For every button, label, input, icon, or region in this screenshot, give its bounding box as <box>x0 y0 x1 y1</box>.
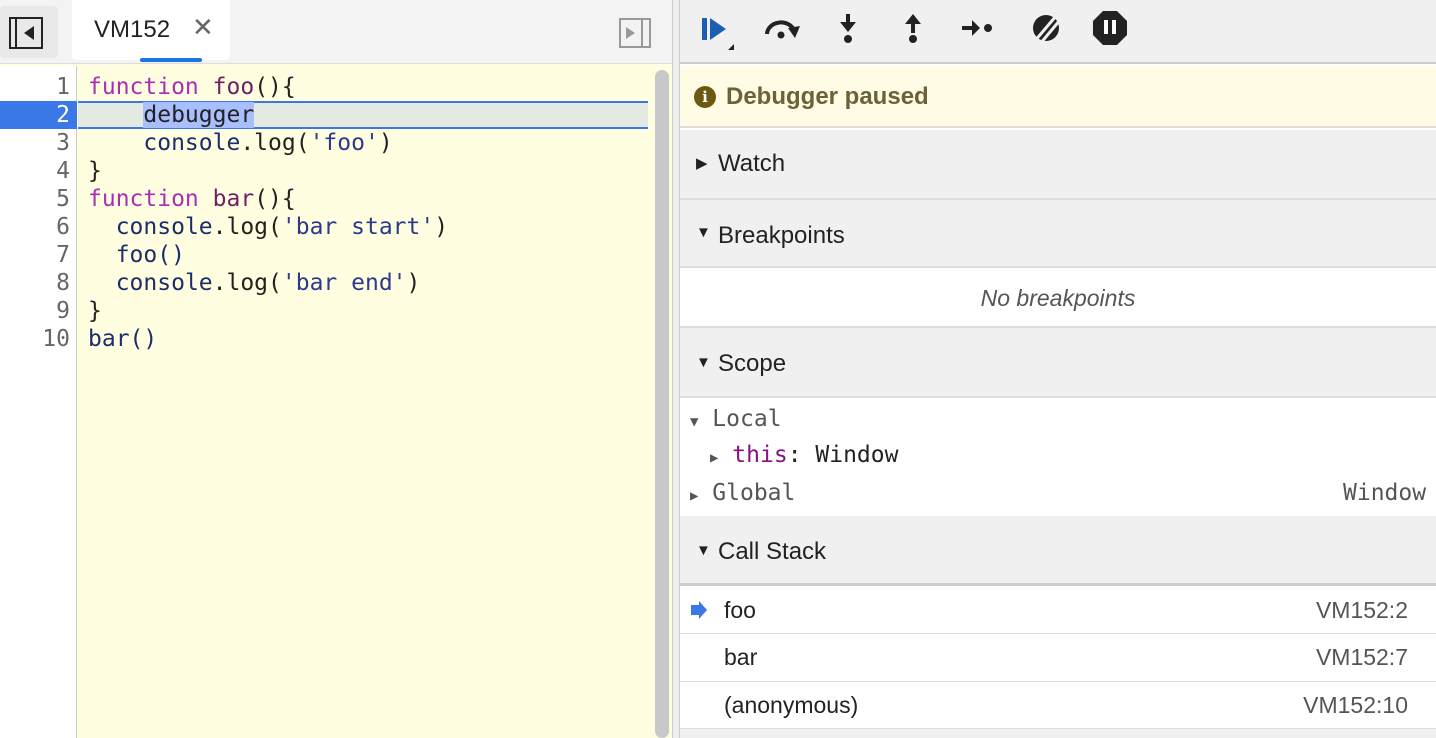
code-line: 4} <box>0 157 650 185</box>
current-frame-arrow-icon <box>691 601 707 619</box>
step-out-icon[interactable] <box>893 10 933 50</box>
sidebar-left-icon <box>9 17 43 49</box>
debugger-toolbar <box>680 0 1436 64</box>
collapse-triangle-icon: ▼ <box>696 542 711 559</box>
code-editor[interactable]: 1 function foo(){ 2 debugger 3 console.lo… <box>0 73 650 353</box>
editor-tab-bar: VM152 ✕ <box>0 0 672 64</box>
line-number[interactable]: 7 <box>0 241 70 269</box>
tab-vm152[interactable]: VM152 ✕ <box>72 0 230 62</box>
line-number[interactable]: 2 <box>0 101 77 129</box>
pause-on-exceptions-icon[interactable] <box>1090 10 1130 50</box>
line-number[interactable]: 8 <box>0 269 70 297</box>
scope-global[interactable]: ▶ Global <box>690 480 795 506</box>
scope-local[interactable]: ▼ Local <box>690 406 782 432</box>
sources-panel: VM152 ✕ 1 function foo(){ 2 debugger 3 co… <box>0 0 672 738</box>
watch-section-header[interactable]: ▶ Watch <box>680 130 1436 200</box>
line-number[interactable]: 6 <box>0 213 70 241</box>
info-icon: i <box>694 86 716 108</box>
active-tab-indicator <box>140 58 202 62</box>
close-tab-icon[interactable]: ✕ <box>192 12 214 43</box>
line-number[interactable]: 9 <box>0 297 70 325</box>
tab-label: VM152 <box>94 16 171 43</box>
scope-global-value: Window <box>1343 480 1427 506</box>
step-into-icon[interactable] <box>828 10 868 50</box>
collapse-triangle-icon: ▼ <box>690 414 699 430</box>
deactivate-breakpoints-icon[interactable] <box>1026 10 1066 50</box>
paused-banner: i Debugger paused <box>680 66 1436 128</box>
code-line: 5 function bar(){ <box>0 185 650 213</box>
call-frame-anonymous[interactable]: (anonymous) VM152:10 <box>680 682 1436 729</box>
code-line: 3 console.log('foo') <box>0 129 650 157</box>
scope-this[interactable]: ▶ this: Window <box>710 442 898 468</box>
paused-message: Debugger paused <box>726 83 929 110</box>
line-number[interactable]: 4 <box>0 157 70 185</box>
expand-triangle-icon: ▶ <box>690 488 699 504</box>
resume-icon[interactable] <box>696 10 736 50</box>
line-number[interactable]: 3 <box>0 129 70 157</box>
step-icon[interactable] <box>958 10 998 50</box>
call-stack-section-header[interactable]: ▼ Call Stack <box>680 516 1436 586</box>
no-breakpoints-message: No breakpoints <box>680 268 1436 328</box>
toggle-navigator-button[interactable] <box>0 6 58 58</box>
line-number[interactable]: 1 <box>0 73 70 101</box>
expand-triangle-icon: ▶ <box>696 155 708 172</box>
current-execution-line: 2 debugger <box>0 101 650 129</box>
code-line: 9} <box>0 297 650 325</box>
panel-splitter[interactable] <box>672 0 680 738</box>
breakpoints-section-header[interactable]: ▼ Breakpoints <box>680 200 1436 268</box>
step-over-icon[interactable] <box>762 10 802 50</box>
code-line: 6 console.log('bar start') <box>0 213 650 241</box>
collapse-triangle-icon: ▼ <box>696 354 711 371</box>
line-number[interactable]: 5 <box>0 185 70 213</box>
line-number[interactable]: 10 <box>0 325 70 353</box>
call-frame-foo[interactable]: foo VM152:2 <box>680 587 1436 634</box>
debugger-sidebar: i Debugger paused ▶ Watch ▼ Breakpoints No… <box>680 0 1436 738</box>
collapse-triangle-icon: ▼ <box>696 224 711 241</box>
scope-section-header[interactable]: ▼ Scope <box>680 328 1436 398</box>
code-line: 10 bar() <box>0 325 650 353</box>
section-footer <box>680 729 1436 738</box>
call-frame-bar[interactable]: bar VM152:7 <box>680 634 1436 682</box>
code-line: 8 console.log('bar end') <box>0 269 650 297</box>
toggle-debugger-sidebar-icon[interactable] <box>619 18 651 48</box>
editor-scrollbar[interactable] <box>655 70 669 738</box>
expand-triangle-icon: ▶ <box>710 450 719 466</box>
code-line: 7 foo() <box>0 241 650 269</box>
code-line: 1 function foo(){ <box>0 73 650 101</box>
